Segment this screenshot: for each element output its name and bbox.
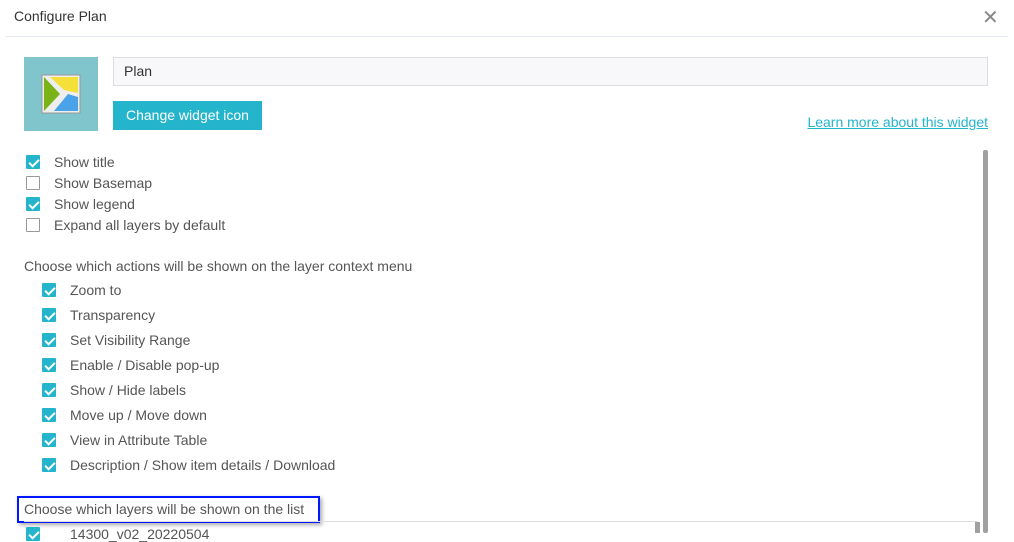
action-transparency[interactable]: Transparency xyxy=(42,307,155,323)
change-widget-icon-button[interactable]: Change widget icon xyxy=(113,101,262,130)
checkbox[interactable] xyxy=(42,283,56,297)
widget-icon[interactable] xyxy=(24,57,98,131)
checkbox[interactable] xyxy=(42,308,56,322)
option-label: Show Basemap xyxy=(54,175,153,191)
dialog-title: Configure Plan xyxy=(14,8,107,24)
action-label: Transparency xyxy=(70,307,156,323)
action-label: Description / Show item details / Downlo… xyxy=(70,457,336,473)
actions-heading: Choose which actions will be shown on th… xyxy=(24,258,413,274)
checkbox[interactable] xyxy=(26,218,40,232)
action-visibility-range[interactable]: Set Visibility Range xyxy=(42,332,190,348)
action-labels[interactable]: Show / Hide labels xyxy=(42,382,186,398)
action-label: Move up / Move down xyxy=(70,407,207,423)
action-label: Show / Hide labels xyxy=(70,382,186,398)
option-show-legend[interactable]: Show legend xyxy=(26,196,135,212)
checkbox[interactable] xyxy=(42,408,56,422)
option-expand-layers[interactable]: Expand all layers by default xyxy=(26,217,225,233)
action-move[interactable]: Move up / Move down xyxy=(42,407,207,423)
option-label: Show title xyxy=(54,154,115,170)
layers-list-divider xyxy=(24,521,978,522)
close-icon[interactable]: ✕ xyxy=(982,5,999,30)
checkbox[interactable] xyxy=(26,527,40,541)
header-divider xyxy=(6,36,1008,37)
layers-scrollbar[interactable] xyxy=(975,522,980,533)
option-show-title[interactable]: Show title xyxy=(26,154,115,170)
layers-heading: Choose which layers will be shown on the… xyxy=(17,496,320,523)
action-label: Zoom to xyxy=(70,282,122,298)
checkbox[interactable] xyxy=(42,333,56,347)
checkbox[interactable] xyxy=(42,458,56,472)
action-label: Enable / Disable pop-up xyxy=(70,357,220,373)
checkbox[interactable] xyxy=(42,358,56,372)
action-zoom-to[interactable]: Zoom to xyxy=(42,282,121,298)
action-label: Set Visibility Range xyxy=(70,332,191,348)
plan-icon xyxy=(41,74,81,114)
action-label: View in Attribute Table xyxy=(70,432,208,448)
layer-label: 14300_v02_20220504 xyxy=(70,526,210,542)
checkbox[interactable] xyxy=(26,155,40,169)
learn-more-link[interactable]: Learn more about this widget xyxy=(807,114,988,130)
scrollbar[interactable] xyxy=(983,150,988,533)
option-show-basemap[interactable]: Show Basemap xyxy=(26,175,152,191)
option-label: Show legend xyxy=(54,196,135,212)
action-popup[interactable]: Enable / Disable pop-up xyxy=(42,357,219,373)
checkbox[interactable] xyxy=(42,383,56,397)
checkbox[interactable] xyxy=(26,197,40,211)
checkbox[interactable] xyxy=(26,176,40,190)
layer-item[interactable]: 14300_v02_20220504 xyxy=(26,526,209,542)
checkbox[interactable] xyxy=(42,433,56,447)
action-attribute-table[interactable]: View in Attribute Table xyxy=(42,432,207,448)
widget-name-input[interactable]: Plan xyxy=(113,57,988,86)
action-description[interactable]: Description / Show item details / Downlo… xyxy=(42,457,335,473)
option-label: Expand all layers by default xyxy=(54,217,226,233)
